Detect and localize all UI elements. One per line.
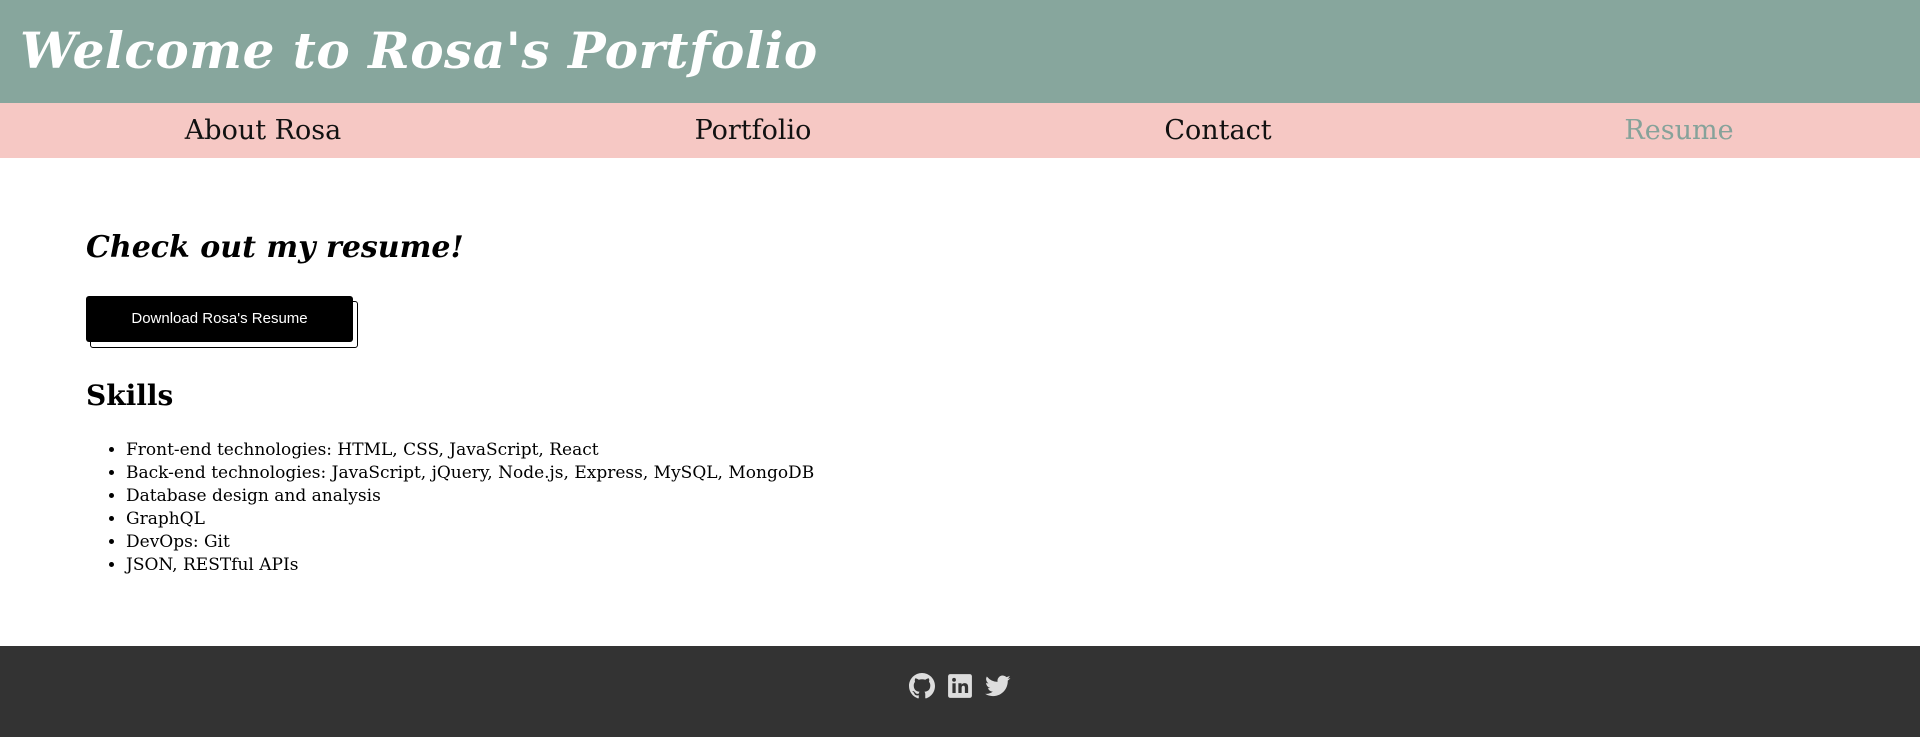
download-resume-button[interactable]: Download Rosa's Resume — [86, 296, 353, 342]
linkedin-link[interactable] — [947, 673, 973, 699]
nav-resume[interactable]: Resume — [1624, 103, 1733, 158]
site-header: Welcome to Rosa's Portfolio — [0, 0, 1920, 103]
twitter-link[interactable] — [985, 673, 1011, 699]
github-link[interactable] — [909, 673, 935, 699]
main-nav: About Rosa Portfolio Contact Resume — [0, 103, 1920, 158]
linkedin-icon — [948, 674, 972, 698]
download-button-wrapper: Download Rosa's Resume — [86, 296, 358, 348]
social-links — [0, 673, 1920, 699]
skill-item: GraphQL — [126, 508, 814, 531]
nav-about-rosa[interactable]: About Rosa — [185, 103, 341, 158]
twitter-icon — [985, 675, 1011, 697]
github-icon — [909, 673, 935, 699]
nav-contact[interactable]: Contact — [1164, 103, 1271, 158]
skill-item: Front-end technologies: HTML, CSS, JavaS… — [126, 439, 814, 462]
resume-heading: Check out my resume! — [86, 230, 464, 265]
skill-item: Back-end technologies: JavaScript, jQuer… — [126, 462, 814, 485]
site-title: Welcome to Rosa's Portfolio — [20, 21, 818, 80]
skill-item: Database design and analysis — [126, 485, 814, 508]
site-footer — [0, 646, 1920, 737]
skills-list: Front-end technologies: HTML, CSS, JavaS… — [86, 439, 814, 577]
skill-item: JSON, RESTful APIs — [126, 554, 814, 577]
nav-portfolio[interactable]: Portfolio — [695, 103, 812, 158]
skills-heading: Skills — [86, 379, 174, 412]
skill-item: DevOps: Git — [126, 531, 814, 554]
